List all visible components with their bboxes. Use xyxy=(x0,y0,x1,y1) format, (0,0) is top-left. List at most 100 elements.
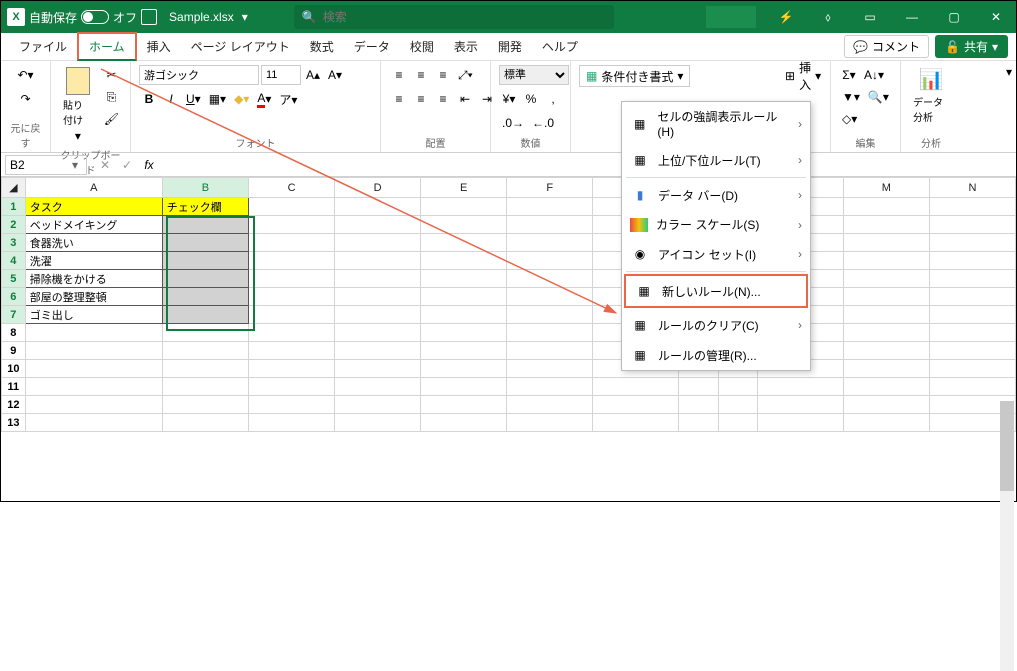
cell[interactable] xyxy=(162,216,248,234)
cell[interactable] xyxy=(162,360,248,378)
format-painter-button[interactable]: 🖌 xyxy=(101,109,122,129)
cell[interactable] xyxy=(929,342,1015,360)
cell[interactable] xyxy=(335,216,421,234)
diamond-icon[interactable]: ⬨ xyxy=(808,1,848,33)
cell[interactable] xyxy=(843,198,929,216)
cell[interactable] xyxy=(679,378,718,396)
cell[interactable] xyxy=(249,234,335,252)
filename[interactable]: Sample.xlsx xyxy=(169,10,234,24)
redo-button[interactable]: ↷ xyxy=(16,89,36,109)
fx-button[interactable]: fx xyxy=(139,155,159,175)
cell[interactable] xyxy=(249,216,335,234)
cell[interactable] xyxy=(679,414,718,432)
row-header[interactable]: 2 xyxy=(2,216,26,234)
cell[interactable] xyxy=(335,414,421,432)
cell[interactable] xyxy=(929,324,1015,342)
cell[interactable] xyxy=(421,198,507,216)
cell[interactable] xyxy=(162,396,248,414)
cancel-formula-button[interactable]: ✕ xyxy=(95,155,115,175)
cell[interactable] xyxy=(593,378,679,396)
cell[interactable] xyxy=(718,396,757,414)
row-header[interactable]: 3 xyxy=(2,234,26,252)
cell[interactable] xyxy=(162,252,248,270)
autosave-toggle[interactable]: 自動保存 オフ xyxy=(29,9,137,26)
cell[interactable] xyxy=(507,414,593,432)
cell[interactable]: 洗濯 xyxy=(25,252,162,270)
cell[interactable] xyxy=(843,378,929,396)
cell[interactable] xyxy=(507,234,593,252)
maximize-button[interactable]: ▢ xyxy=(934,1,974,33)
cell[interactable] xyxy=(249,288,335,306)
cell[interactable] xyxy=(421,324,507,342)
cell[interactable] xyxy=(718,378,757,396)
cell[interactable] xyxy=(843,414,929,432)
cell[interactable] xyxy=(421,270,507,288)
cell[interactable] xyxy=(421,378,507,396)
share-button[interactable]: 🔓 共有 ▾ xyxy=(935,35,1008,58)
ribbon-mode-icon[interactable]: ▭ xyxy=(850,1,890,33)
comma-button[interactable]: , xyxy=(543,89,563,109)
font-size-select[interactable] xyxy=(261,65,301,85)
cell[interactable]: チェック欄 xyxy=(162,198,248,216)
search-input[interactable] xyxy=(323,10,606,24)
cell[interactable] xyxy=(335,252,421,270)
cell[interactable] xyxy=(249,414,335,432)
cell[interactable] xyxy=(335,198,421,216)
tab-insert[interactable]: 挿入 xyxy=(137,34,181,59)
cell[interactable] xyxy=(421,252,507,270)
find-button[interactable]: 🔍▾ xyxy=(865,87,892,107)
cell[interactable] xyxy=(507,288,593,306)
cell[interactable] xyxy=(507,378,593,396)
cell[interactable] xyxy=(421,234,507,252)
row-header[interactable]: 7 xyxy=(2,306,26,324)
cf-highlight-rules[interactable]: ▦ セルの強調表示ルール(H) › xyxy=(622,102,810,145)
cell[interactable] xyxy=(25,378,162,396)
font-color-button[interactable]: A▾ xyxy=(254,89,274,109)
cell[interactable] xyxy=(249,270,335,288)
cell[interactable] xyxy=(335,342,421,360)
align-middle-button[interactable]: ≡ xyxy=(411,65,431,85)
cell[interactable] xyxy=(757,396,843,414)
close-button[interactable]: ✕ xyxy=(976,1,1016,33)
cell[interactable] xyxy=(507,324,593,342)
cell[interactable] xyxy=(249,198,335,216)
row-header[interactable]: 9 xyxy=(2,342,26,360)
col-header[interactable]: F xyxy=(507,178,593,198)
collapse-ribbon-button[interactable]: ▾ xyxy=(1006,65,1012,79)
cell[interactable] xyxy=(249,360,335,378)
autosum-button[interactable]: Σ▾ xyxy=(839,65,859,85)
cf-color-scales[interactable]: カラー スケール(S) › xyxy=(622,210,810,239)
cell[interactable] xyxy=(421,216,507,234)
cell[interactable] xyxy=(843,324,929,342)
underline-button[interactable]: U▾ xyxy=(183,89,204,109)
cell[interactable] xyxy=(249,378,335,396)
cell[interactable] xyxy=(335,270,421,288)
bold-button[interactable]: B xyxy=(139,89,159,109)
row-header[interactable]: 6 xyxy=(2,288,26,306)
cell[interactable] xyxy=(249,252,335,270)
cf-top-bottom-rules[interactable]: ▦ 上位/下位ルール(T) › xyxy=(622,145,810,175)
comments-button[interactable]: 💬 コメント xyxy=(844,35,929,58)
tab-file[interactable]: ファイル xyxy=(9,34,77,59)
cell[interactable]: 食器洗い xyxy=(25,234,162,252)
percent-button[interactable]: % xyxy=(521,89,541,109)
cell[interactable] xyxy=(335,306,421,324)
spreadsheet-grid[interactable]: ◢ A B C D E F G H K L M N 1 タスク チェック欄 xyxy=(1,177,1016,432)
col-header[interactable]: M xyxy=(843,178,929,198)
col-header[interactable]: E xyxy=(421,178,507,198)
fill-color-button[interactable]: ◆▾ xyxy=(231,89,252,109)
cf-data-bars[interactable]: ▮ データ バー(D) › xyxy=(622,180,810,210)
cf-new-rule[interactable]: ▦ 新しいルール(N)... xyxy=(626,276,806,306)
cell[interactable] xyxy=(25,342,162,360)
cell[interactable] xyxy=(421,396,507,414)
cell[interactable] xyxy=(843,342,929,360)
align-right-button[interactable]: ≡ xyxy=(433,89,453,109)
cell[interactable] xyxy=(929,216,1015,234)
decrease-font-button[interactable]: A▾ xyxy=(325,65,345,85)
cell[interactable] xyxy=(162,324,248,342)
undo-button[interactable]: ↶▾ xyxy=(14,65,36,85)
tab-formulas[interactable]: 数式 xyxy=(300,34,344,59)
cell[interactable] xyxy=(843,396,929,414)
cell[interactable] xyxy=(929,306,1015,324)
cell[interactable] xyxy=(843,234,929,252)
